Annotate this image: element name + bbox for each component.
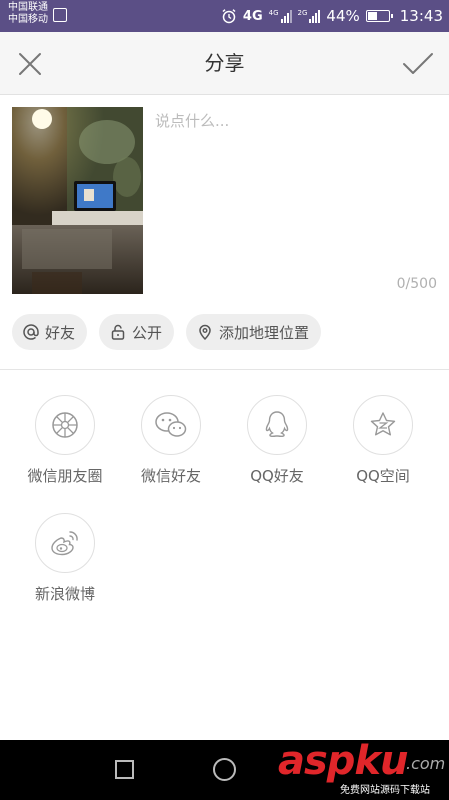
- share-wechat-friend[interactable]: 微信好友: [121, 395, 221, 486]
- photo-thumbnail[interactable]: [12, 107, 143, 294]
- page-title: 分享: [204, 51, 245, 75]
- chip-location-label: 添加地理位置: [219, 323, 310, 342]
- watermark-com: .com: [406, 754, 446, 773]
- watermark-main: aspku: [278, 738, 409, 784]
- share-wechat-moments-label: 微信朋友圈: [27, 467, 103, 485]
- chip-visibility[interactable]: 公开: [99, 314, 175, 350]
- close-icon: [19, 53, 41, 75]
- network-type-3: 2G: [297, 9, 308, 17]
- chip-location[interactable]: 添加地理位置: [186, 314, 322, 350]
- home-button[interactable]: [213, 758, 236, 781]
- share-qzone-label: QQ空间: [356, 467, 410, 485]
- weibo-icon: [35, 513, 95, 573]
- title-bar: 分享: [0, 32, 449, 95]
- location-pin-icon: [199, 324, 211, 341]
- living-room-photo: [12, 107, 143, 294]
- qq-icon: [247, 395, 307, 455]
- share-wechat-moments[interactable]: 微信朋友圈: [15, 395, 115, 486]
- share-weibo[interactable]: 新浪微博: [15, 513, 115, 604]
- share-qzone[interactable]: QQ空间: [333, 395, 433, 486]
- chip-visibility-label: 公开: [132, 323, 163, 342]
- watermark-logo: aspku .com 免费网站源码下载站: [278, 738, 449, 800]
- carrier-2: 中国移动: [8, 14, 48, 25]
- share-weibo-label: 新浪微博: [34, 585, 95, 603]
- char-counter: 0/500: [396, 276, 437, 292]
- at-icon: [23, 324, 39, 340]
- signal-1: 4G: [269, 9, 292, 23]
- chip-friends[interactable]: 好友: [12, 314, 88, 350]
- recent-apps-button[interactable]: [115, 760, 134, 779]
- carrier-1: 中国联通: [8, 2, 48, 13]
- section-divider: [0, 369, 449, 370]
- signal-bars-2-icon: [309, 9, 321, 23]
- chip-friends-label: 好友: [45, 323, 76, 342]
- share-wechat-friend-label: 微信好友: [140, 467, 201, 485]
- network-type-1: 4G: [242, 8, 263, 24]
- network-type-2: 4G: [268, 9, 279, 17]
- gallery-notification-icon: [53, 8, 67, 22]
- battery-percent: 44%: [326, 7, 360, 25]
- checkmark-icon: [403, 53, 433, 74]
- carrier-info: 中国联通 中国移动: [8, 2, 48, 26]
- share-qq-friend[interactable]: QQ好友: [227, 395, 327, 486]
- wechat-icon: [141, 395, 201, 455]
- close-button[interactable]: [14, 48, 46, 80]
- clock: 13:43: [399, 7, 443, 25]
- status-icons: 4G 4G 2G 44% 13:43: [221, 0, 443, 32]
- qzone-icon: [353, 395, 413, 455]
- share-options: 好友 公开 添加地理位置: [12, 314, 322, 350]
- battery-icon: [365, 10, 393, 22]
- confirm-button[interactable]: [401, 48, 435, 80]
- status-bar: 中国联通 中国移动 4G 4G 2G 44% 13:43: [0, 0, 449, 32]
- signal-2: 2G: [298, 9, 321, 23]
- alarm-icon: [222, 9, 236, 24]
- watermark-sub: 免费网站源码下载站: [338, 781, 432, 796]
- share-qq-friend-label: QQ好友: [250, 467, 304, 485]
- signal-bars-1-icon: [280, 9, 292, 23]
- wechat-moments-icon: [35, 395, 95, 455]
- share-text-input[interactable]: [155, 110, 440, 250]
- lock-icon: [111, 324, 125, 340]
